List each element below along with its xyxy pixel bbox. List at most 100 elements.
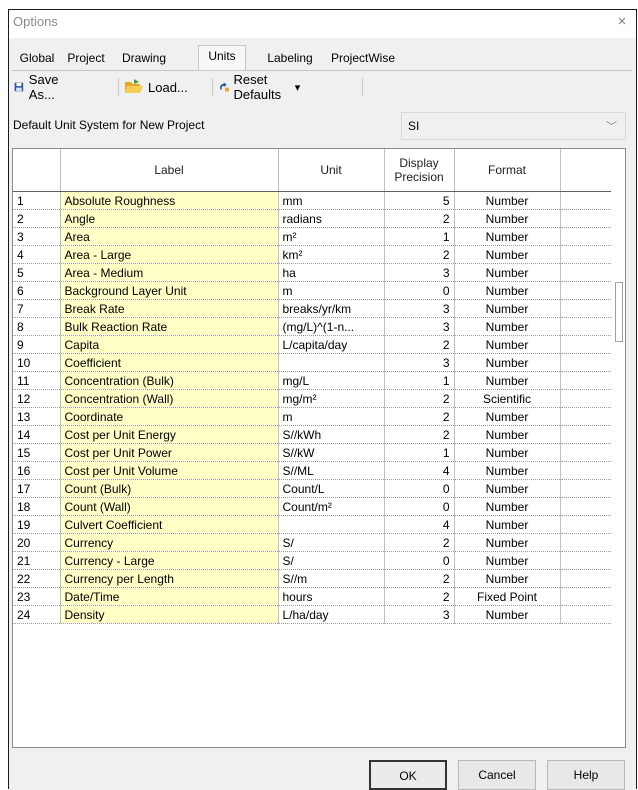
unit-cell[interactable]: S/ <box>278 533 385 552</box>
precision-cell[interactable]: 2 <box>384 335 455 354</box>
help-button[interactable]: Help <box>547 760 625 790</box>
label-cell[interactable]: Cost per Unit Volume <box>60 461 279 480</box>
format-cell[interactable]: Number <box>454 371 561 390</box>
table-row[interactable]: 1 Absolute Roughness mm 5 Number <box>13 191 612 210</box>
close-icon[interactable]: × <box>610 13 634 33</box>
label-cell[interactable]: Count (Wall) <box>60 497 279 516</box>
format-cell[interactable]: Number <box>454 425 561 444</box>
precision-cell[interactable]: 3 <box>384 605 455 624</box>
precision-cell[interactable]: 1 <box>384 443 455 462</box>
format-cell[interactable]: Number <box>454 533 561 552</box>
unit-cell[interactable]: L/ha/day <box>278 605 385 624</box>
precision-cell[interactable]: 5 <box>384 191 455 210</box>
precision-cell[interactable]: 0 <box>384 551 455 570</box>
table-row[interactable]: 5 Area - Medium ha 3 Number <box>13 263 612 282</box>
table-row[interactable]: 7 Break Rate breaks/yr/km 3 Number <box>13 299 612 318</box>
label-cell[interactable]: Absolute Roughness <box>60 191 279 210</box>
header-format[interactable]: Format <box>454 149 561 192</box>
label-cell[interactable]: Cost per Unit Power <box>60 443 279 462</box>
precision-cell[interactable]: 4 <box>384 461 455 480</box>
format-cell[interactable]: Number <box>454 353 561 372</box>
header-label[interactable]: Label <box>60 149 279 192</box>
format-cell[interactable]: Number <box>454 227 561 246</box>
table-row[interactable]: 11 Concentration (Bulk) mg/L 1 Number <box>13 371 612 390</box>
format-cell[interactable]: Number <box>454 335 561 354</box>
table-row[interactable]: 16 Cost per Unit Volume S//ML 4 Number <box>13 461 612 480</box>
format-cell[interactable]: Number <box>454 461 561 480</box>
unit-cell[interactable]: km² <box>278 245 385 264</box>
precision-cell[interactable]: 3 <box>384 317 455 336</box>
precision-cell[interactable]: 3 <box>384 299 455 318</box>
precision-cell[interactable]: 2 <box>384 389 455 408</box>
default-unit-system-select[interactable]: SI ﹀ <box>401 112 626 140</box>
precision-cell[interactable]: 2 <box>384 425 455 444</box>
unit-cell[interactable]: S//kW <box>278 443 385 462</box>
table-row[interactable]: 21 Currency - Large S/0 Number <box>13 551 612 570</box>
scrollbar-thumb[interactable] <box>615 282 623 342</box>
precision-cell[interactable]: 2 <box>384 209 455 228</box>
save-as-button[interactable]: Save As... <box>14 72 65 102</box>
reset-defaults-button[interactable]: Reset Defaults ▾ <box>218 72 300 102</box>
precision-cell[interactable]: 2 <box>384 569 455 588</box>
label-cell[interactable]: Density <box>60 605 279 624</box>
header-unit[interactable]: Unit <box>278 149 385 192</box>
table-row[interactable]: 22 Currency per Length S//m 2 Number <box>13 569 612 588</box>
label-cell[interactable]: Count (Bulk) <box>60 479 279 498</box>
label-cell[interactable]: Capita <box>60 335 279 354</box>
label-cell[interactable]: Area - Large <box>60 245 279 264</box>
precision-cell[interactable]: 4 <box>384 515 455 534</box>
table-row[interactable]: 15 Cost per Unit Power S//kW 1 Number <box>13 443 612 462</box>
unit-cell[interactable]: mg/L <box>278 371 385 390</box>
unit-cell[interactable]: radians <box>278 209 385 228</box>
format-cell[interactable]: Number <box>454 605 561 624</box>
label-cell[interactable]: Culvert Coefficient <box>60 515 279 534</box>
table-row[interactable]: 19 Culvert Coefficient 4 Number <box>13 515 612 534</box>
unit-cell[interactable]: S/ <box>278 551 385 570</box>
unit-cell[interactable]: Count/m² <box>278 497 385 516</box>
format-cell[interactable]: Number <box>454 515 561 534</box>
table-row[interactable]: 23 Date/Time hours 2 Fixed Point <box>13 587 612 606</box>
table-row[interactable]: 20 Currency S/2 Number <box>13 533 612 552</box>
table-row[interactable]: 9 Capita L/capita/day 2 Number <box>13 335 612 354</box>
table-row[interactable]: 24 Density L/ha/day 3 Number <box>13 605 612 624</box>
format-cell[interactable]: Number <box>454 299 561 318</box>
precision-cell[interactable]: 2 <box>384 533 455 552</box>
unit-cell[interactable]: mm <box>278 191 385 210</box>
unit-cell[interactable]: (mg/L)^(1-n... <box>278 317 385 336</box>
table-row[interactable]: 6 Background Layer Unit m 0 Number <box>13 281 612 300</box>
unit-cell[interactable]: hours <box>278 587 385 606</box>
precision-cell[interactable]: 3 <box>384 263 455 282</box>
tab-project[interactable]: Project <box>58 49 114 68</box>
format-cell[interactable]: Fixed Point <box>454 587 561 606</box>
table-row[interactable]: 4 Area - Large km² 2 Number <box>13 245 612 264</box>
unit-cell[interactable]: m <box>278 281 385 300</box>
format-cell[interactable]: Number <box>454 191 561 210</box>
format-cell[interactable]: Number <box>454 479 561 498</box>
format-cell[interactable]: Number <box>454 551 561 570</box>
table-row[interactable]: 3 Area m² 1 Number <box>13 227 612 246</box>
unit-cell[interactable]: m² <box>278 227 385 246</box>
precision-cell[interactable]: 0 <box>384 281 455 300</box>
table-row[interactable]: 14 Cost per Unit Energy S//kWh 2 Number <box>13 425 612 444</box>
precision-cell[interactable]: 0 <box>384 479 455 498</box>
format-cell[interactable]: Number <box>454 245 561 264</box>
unit-cell[interactable]: mg/m² <box>278 389 385 408</box>
vertical-scrollbar[interactable] <box>611 149 625 747</box>
format-cell[interactable]: Number <box>454 569 561 588</box>
unit-cell[interactable]: Count/L <box>278 479 385 498</box>
format-cell[interactable]: Number <box>454 317 561 336</box>
format-cell[interactable]: Number <box>454 263 561 282</box>
load-button[interactable]: Load... <box>124 76 188 98</box>
label-cell[interactable]: Cost per Unit Energy <box>60 425 279 444</box>
ok-button[interactable]: OK <box>369 760 447 790</box>
unit-cell[interactable] <box>278 515 385 534</box>
format-cell[interactable]: Number <box>454 407 561 426</box>
table-row[interactable]: 18 Count (Wall) Count/m² 0 Number <box>13 497 612 516</box>
cancel-button[interactable]: Cancel <box>458 760 536 790</box>
unit-cell[interactable]: ha <box>278 263 385 282</box>
unit-cell[interactable]: breaks/yr/km <box>278 299 385 318</box>
format-cell[interactable]: Number <box>454 443 561 462</box>
label-cell[interactable]: Coordinate <box>60 407 279 426</box>
label-cell[interactable]: Concentration (Bulk) <box>60 371 279 390</box>
table-row[interactable]: 12 Concentration (Wall) mg/m² 2 Scientific <box>13 389 612 408</box>
